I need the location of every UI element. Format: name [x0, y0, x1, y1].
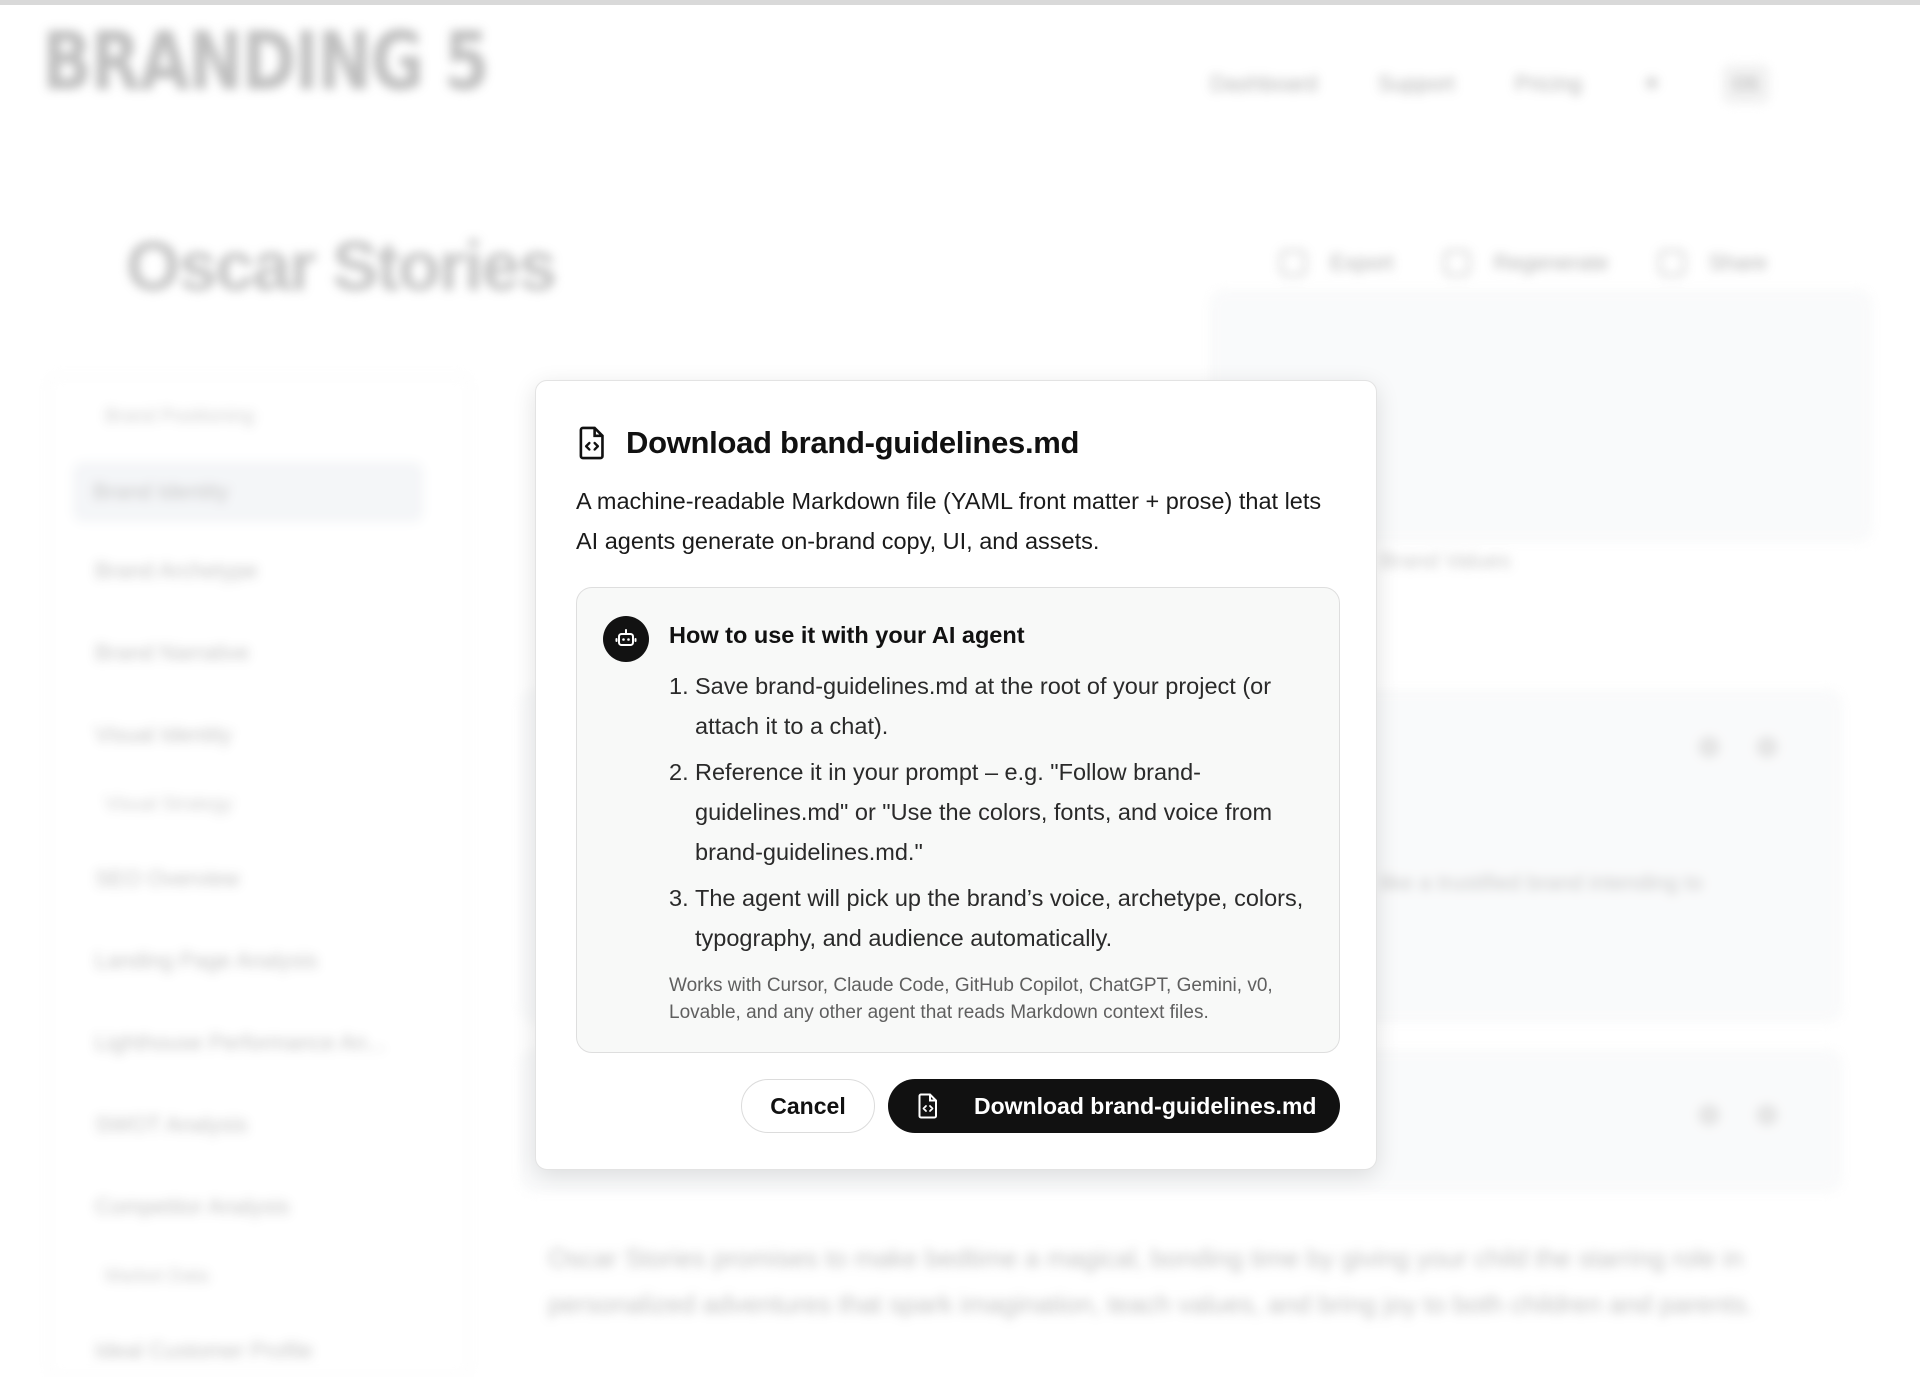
top-nav: Dashboard Support Pricing ☀ OS	[1210, 64, 1770, 104]
background-paragraph: Oscar Stories promises to make bedtime a…	[548, 1243, 1754, 1319]
howto-panel: How to use it with your AI agent 1. Save …	[576, 587, 1340, 1053]
edit-icon[interactable]	[1756, 1104, 1778, 1126]
export-icon	[1280, 250, 1306, 276]
nav-pricing[interactable]: Pricing	[1515, 71, 1582, 97]
nav-support[interactable]: Support	[1378, 71, 1455, 97]
sidebar-group-market-data[interactable]: Market Data	[105, 1266, 208, 1288]
export-button[interactable]: Export	[1280, 250, 1394, 276]
share-icon	[1658, 250, 1685, 276]
file-code-icon	[579, 426, 604, 460]
dialog-description: A machine-readable Markdown file (YAML f…	[576, 488, 1322, 554]
sidebar-item-ideal-customer-profile[interactable]: Ideal Customer Profile	[95, 1338, 313, 1364]
step-text: Save brand-guidelines.md at the root of …	[695, 673, 1272, 739]
nav-dashboard[interactable]: Dashboard	[1210, 71, 1318, 97]
sun-icon[interactable]: ☀	[1642, 71, 1662, 97]
background-card-text: like a trustified brand intending to	[1380, 870, 1703, 895]
sidebar-item-competitor-analysis[interactable]: Competitor Analysis	[95, 1194, 289, 1220]
profile-button[interactable]: OS	[1721, 64, 1770, 104]
sidebar-item-seo-overview[interactable]: SEO Overview	[95, 866, 239, 892]
step-number: 1.	[669, 673, 689, 699]
export-label: Export	[1330, 250, 1394, 275]
sidebar-group-visual-strategy[interactable]: Visual Strategy	[105, 794, 232, 816]
howto-step: 1. Save brand-guidelines.md at the root o…	[669, 666, 1309, 746]
regenerate-label: Regenerate	[1493, 250, 1609, 275]
dialog-header: Download brand-guidelines.md	[576, 425, 1079, 461]
share-button[interactable]: Share	[1658, 250, 1768, 276]
robot-icon	[603, 616, 649, 662]
howto-step: 3. The agent will pick up the brand’s voi…	[669, 878, 1309, 958]
download-button-label: Download brand-guidelines.md	[974, 1092, 1317, 1119]
sidebar: Brand Positioning Brand Identity Brand A…	[48, 375, 470, 1377]
edit-icon[interactable]	[1756, 736, 1778, 758]
share-label: Share	[1708, 250, 1768, 275]
sidebar-item-swot-analysis[interactable]: SWOT Analysis	[95, 1112, 247, 1138]
page-actions: Export Regenerate Share	[1280, 250, 1767, 276]
step-number: 3.	[669, 885, 689, 911]
file-code-icon	[918, 1093, 937, 1119]
copy-icon[interactable]	[1698, 1104, 1720, 1126]
howto-steps: 1. Save brand-guidelines.md at the root o…	[669, 666, 1309, 964]
cancel-button[interactable]: Cancel	[741, 1079, 875, 1133]
copy-icon[interactable]	[1698, 736, 1720, 758]
step-text: The agent will pick up the brand’s voice…	[695, 885, 1304, 951]
download-dialog: Download brand-guidelines.md A machine-r…	[535, 380, 1377, 1170]
sidebar-item-lighthouse-performance[interactable]: Lighthouse Performance An...	[95, 1030, 385, 1056]
sidebar-group-brand-positioning[interactable]: Brand Positioning	[105, 406, 254, 428]
download-button[interactable]: Download brand-guidelines.md	[888, 1079, 1340, 1133]
brand-logo: BRANDING 5	[42, 15, 490, 108]
compatibility-note: Works with Cursor, Claude Code, GitHub C…	[669, 975, 1273, 1023]
sidebar-item-brand-archetype[interactable]: Brand Archetype	[95, 558, 258, 584]
regenerate-icon	[1443, 250, 1470, 276]
step-number: 2.	[669, 759, 689, 785]
background-card-text: Brand Values	[1380, 548, 1511, 573]
sidebar-item-landing-page-analysis[interactable]: Landing Page Analysis	[95, 948, 318, 974]
regenerate-button[interactable]: Regenerate	[1443, 250, 1609, 276]
sidebar-item-brand-identity[interactable]: Brand Identity	[73, 462, 423, 522]
page-title: Oscar Stories	[126, 227, 557, 305]
howto-step: 2. Reference it in your prompt – e.g. "Fo…	[669, 752, 1309, 872]
sidebar-item-brand-narrative[interactable]: Brand Narrative	[95, 640, 249, 666]
step-text: Reference it in your prompt – e.g. "Foll…	[695, 759, 1273, 865]
dialog-title: Download brand-guidelines.md	[626, 425, 1080, 460]
sidebar-item-visual-identity[interactable]: Visual Identity	[95, 722, 232, 748]
howto-title: How to use it with your AI agent	[669, 622, 1025, 648]
